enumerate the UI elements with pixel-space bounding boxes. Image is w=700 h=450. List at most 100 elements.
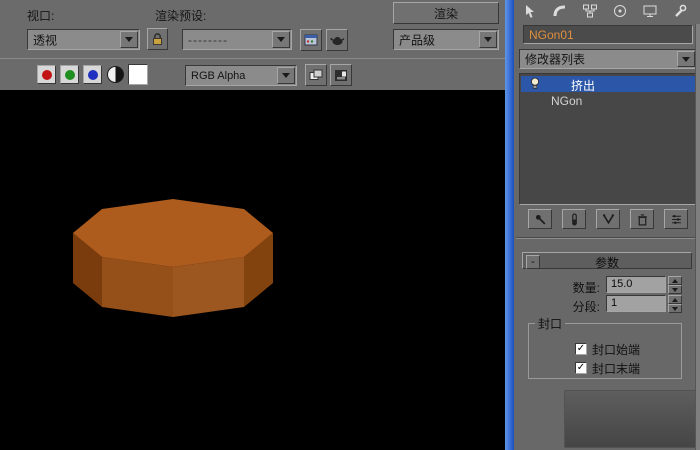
cap-end-row: ✓ 封口末端 — [575, 361, 641, 376]
hierarchy-icon — [583, 4, 597, 18]
panel-divider — [516, 237, 698, 239]
render-setup-icon — [304, 34, 318, 46]
clone-frames-icon — [309, 69, 323, 80]
render-setup-button[interactable] — [300, 29, 322, 51]
make-unique-icon — [602, 213, 614, 224]
render-preset-select[interactable]: -------- — [182, 29, 292, 50]
check-icon: ✓ — [576, 343, 586, 354]
modifier-stack-item-label: 挤出 — [571, 79, 596, 93]
modifier-stack-item-extrude[interactable]: 挤出 — [521, 76, 695, 93]
chevron-down-icon[interactable] — [277, 67, 295, 84]
green-channel-button[interactable] — [60, 65, 79, 84]
modifier-enabled-bulb-icon[interactable] — [529, 77, 541, 90]
show-end-result-button[interactable] — [562, 209, 586, 229]
segments-value: 1 — [611, 297, 618, 309]
cap-group: 封口 ✓ 封口始端 ✓ 封口末端 — [528, 315, 682, 379]
red-channel-icon — [41, 69, 52, 80]
rendered-image-canvas[interactable] — [0, 90, 505, 450]
teapot-icon — [330, 37, 345, 46]
clear-color-swatch[interactable] — [128, 64, 148, 85]
chevron-down-icon[interactable] — [272, 31, 290, 48]
save-bitmap-button[interactable] — [330, 64, 352, 86]
modify-bend-icon — [553, 5, 566, 17]
command-panel: NGon01 修改器列表 挤出 NGon - 参数 数量: 15.0 分段: 1… — [514, 0, 700, 450]
spinner-down-icon — [672, 287, 678, 292]
chevron-down-icon[interactable] — [120, 31, 138, 48]
create-arrow-icon — [526, 5, 534, 18]
render-preset-label: 渲染预设: — [155, 9, 207, 23]
render-channel-toolbar: RGB Alpha — [0, 58, 505, 90]
tab-modify[interactable] — [546, 2, 574, 20]
segments-spinner — [668, 295, 682, 313]
object-name-field[interactable]: NGon01 — [523, 25, 693, 44]
segments-spinner-down[interactable] — [668, 304, 682, 313]
monochrome-channel-button[interactable] — [107, 66, 124, 83]
tab-motion[interactable] — [606, 2, 634, 20]
lock-icon — [153, 33, 162, 45]
modifier-stack-item-ngon[interactable]: NGon — [521, 93, 695, 109]
chevron-down-icon[interactable] — [677, 51, 695, 67]
viewport-select[interactable]: 透视 — [27, 29, 140, 50]
blue-channel-icon — [87, 69, 98, 80]
red-channel-button[interactable] — [37, 65, 56, 84]
tab-hierarchy[interactable] — [576, 2, 604, 20]
cap-start-checkbox[interactable]: ✓ — [575, 343, 587, 355]
render-mode-value: 产品级 — [399, 33, 436, 47]
tab-display[interactable] — [636, 2, 664, 20]
make-unique-button[interactable] — [596, 209, 620, 229]
chevron-down-icon[interactable] — [479, 31, 497, 48]
viewport-label: 视口: — [27, 9, 55, 23]
render-mode-select[interactable]: 产品级 — [393, 29, 499, 50]
cap-start-row: ✓ 封口始端 — [575, 342, 641, 357]
segments-field[interactable]: 1 — [606, 295, 666, 312]
modifier-list-value: 修改器列表 — [525, 52, 586, 67]
cap-end-label: 封口末端 — [592, 361, 641, 376]
parameters-rollout-header[interactable]: - 参数 — [522, 252, 692, 270]
modifier-stack-item-label: NGon — [551, 94, 583, 108]
spinner-down-icon — [672, 306, 678, 311]
rollout-title: 参数 — [594, 256, 619, 270]
cap-group-title: 封口 — [538, 317, 563, 331]
channel-display-select[interactable]: RGB Alpha — [185, 65, 297, 86]
cap-end-checkbox[interactable]: ✓ — [575, 362, 587, 374]
amount-field[interactable]: 15.0 — [606, 276, 666, 293]
show-end-result-icon — [571, 212, 577, 226]
amount-value: 15.0 — [611, 278, 633, 290]
modifier-list-select[interactable]: 修改器列表 — [519, 49, 697, 69]
modifier-stack-list[interactable]: 挤出 NGon — [519, 73, 697, 205]
extruded-ngon-object — [73, 199, 273, 317]
check-icon: ✓ — [576, 362, 586, 373]
render-preset-value: -------- — [188, 32, 228, 47]
configure-modifier-sets-button[interactable] — [664, 209, 688, 229]
lock-viewport-button[interactable] — [147, 28, 168, 50]
motion-wheel-icon — [614, 5, 626, 17]
object-name-value: NGon01 — [529, 28, 574, 42]
green-channel-icon — [64, 69, 75, 80]
spinner-up-icon — [672, 278, 678, 283]
spinner-up-icon — [672, 297, 678, 302]
amount-spinner — [668, 276, 682, 294]
render-button[interactable]: 渲染 — [393, 2, 499, 24]
configure-sets-icon — [671, 214, 681, 224]
amount-spinner-down[interactable] — [668, 285, 682, 294]
remove-modifier-button[interactable] — [630, 209, 654, 229]
tab-utilities[interactable] — [666, 2, 694, 20]
segments-spinner-up[interactable] — [668, 295, 682, 304]
panel-scrollbar[interactable] — [695, 24, 700, 450]
cap-start-label: 封口始端 — [592, 342, 641, 357]
blue-channel-button[interactable] — [83, 65, 102, 84]
render-button-label: 渲染 — [433, 6, 458, 21]
tab-create[interactable] — [516, 2, 544, 20]
clone-rendered-frame-button[interactable] — [305, 64, 327, 86]
ngon-top-face — [73, 199, 273, 267]
channel-display-value: RGB Alpha — [191, 69, 246, 82]
quick-render-button[interactable] — [326, 29, 348, 51]
viewport-select-value: 透视 — [33, 33, 58, 47]
amount-spinner-up[interactable] — [668, 276, 682, 285]
ngon-face-front-left — [102, 257, 173, 317]
ngon-face-front-right — [173, 257, 244, 317]
panel-lower-placeholder — [564, 390, 700, 448]
pin-stack-button[interactable] — [528, 209, 552, 229]
display-monitor-icon — [643, 5, 657, 17]
panel-accent-strip — [505, 0, 514, 450]
